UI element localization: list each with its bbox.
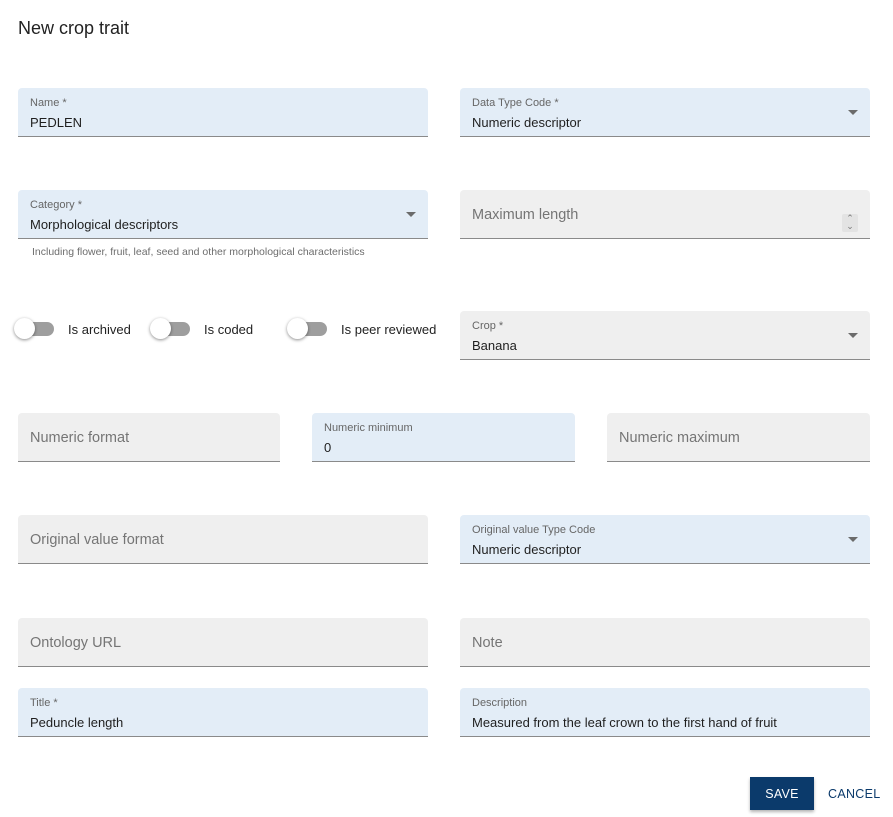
numeric-minimum-value: 0 bbox=[324, 440, 332, 455]
toggle-label: Is coded bbox=[204, 321, 254, 337]
toggle-is-coded[interactable]: Is coded bbox=[150, 318, 254, 340]
title-input[interactable]: Title * Peduncle length bbox=[18, 688, 428, 737]
toggle-label: Is peer reviewed bbox=[341, 321, 437, 337]
numeric-minimum-label: Numeric minimum bbox=[324, 422, 413, 434]
original-value-format-placeholder: Original value format bbox=[30, 532, 164, 548]
data-type-code-value: Numeric descriptor bbox=[472, 115, 582, 130]
name-field[interactable]: Name * PEDLEN bbox=[18, 88, 428, 137]
original-value-type-code-select[interactable]: Original value Type Code Numeric descrip… bbox=[460, 515, 870, 564]
title-label: Title * bbox=[30, 697, 58, 709]
name-label: Name * bbox=[30, 97, 67, 109]
data-type-code-label: Data Type Code * bbox=[472, 97, 559, 109]
crop-label: Crop * bbox=[472, 320, 504, 332]
toggle-is-archived[interactable]: Is archived bbox=[14, 318, 131, 340]
original-value-format-input[interactable]: Original value format bbox=[18, 515, 428, 564]
note-input[interactable]: Note bbox=[460, 618, 870, 667]
save-button[interactable]: SAVE bbox=[750, 777, 814, 810]
category-helper-text: Including flower, fruit, leaf, seed and … bbox=[32, 246, 365, 258]
original-value-type-code-label: Original value Type Code bbox=[472, 524, 596, 536]
description-label: Description bbox=[472, 697, 528, 709]
name-value: PEDLEN bbox=[30, 115, 83, 130]
dialog-title: New crop trait bbox=[18, 18, 130, 38]
switch-track[interactable] bbox=[150, 318, 190, 339]
numeric-format-input[interactable]: Numeric format bbox=[18, 413, 280, 462]
switch-knob bbox=[150, 318, 171, 339]
toggle-label: Is archived bbox=[68, 321, 131, 337]
dropdown-arrow-icon bbox=[848, 537, 858, 542]
original-value-type-code-value: Numeric descriptor bbox=[472, 542, 582, 557]
switch-track[interactable] bbox=[287, 318, 327, 339]
switch-track[interactable] bbox=[14, 318, 54, 339]
data-type-code-select[interactable]: Data Type Code * Numeric descriptor bbox=[460, 88, 870, 137]
maximum-length-input[interactable]: Maximum length ⌃ ⌄ bbox=[460, 190, 870, 239]
dropdown-arrow-icon bbox=[406, 212, 416, 217]
switch-knob bbox=[14, 318, 35, 339]
cancel-button[interactable]: CANCEL bbox=[822, 777, 886, 810]
note-placeholder: Note bbox=[472, 635, 503, 651]
category-value: Morphological descriptors bbox=[30, 217, 179, 232]
toggle-is-peer-reviewed[interactable]: Is peer reviewed bbox=[287, 318, 437, 340]
dropdown-arrow-icon bbox=[848, 110, 858, 115]
maximum-length-placeholder: Maximum length bbox=[472, 207, 579, 223]
ontology-url-input[interactable]: Ontology URL bbox=[18, 618, 428, 667]
ontology-url-placeholder: Ontology URL bbox=[30, 635, 122, 651]
description-input[interactable]: Description Measured from the leaf crown… bbox=[460, 688, 870, 737]
numeric-format-placeholder: Numeric format bbox=[30, 430, 130, 446]
numeric-maximum-input[interactable]: Numeric maximum bbox=[607, 413, 870, 462]
numeric-maximum-placeholder: Numeric maximum bbox=[619, 430, 740, 446]
number-spinner-icon[interactable]: ⌃ ⌄ bbox=[842, 214, 858, 232]
description-value: Measured from the leaf crown to the firs… bbox=[472, 715, 777, 730]
category-select[interactable]: Category * Morphological descriptors bbox=[18, 190, 428, 239]
category-label: Category * bbox=[30, 199, 82, 211]
switch-knob bbox=[287, 318, 308, 339]
numeric-minimum-input[interactable]: Numeric minimum 0 bbox=[312, 413, 575, 462]
crop-select[interactable]: Crop * Banana bbox=[460, 311, 870, 360]
crop-value: Banana bbox=[472, 338, 517, 353]
dropdown-arrow-icon bbox=[848, 333, 858, 338]
title-value: Peduncle length bbox=[30, 715, 124, 730]
